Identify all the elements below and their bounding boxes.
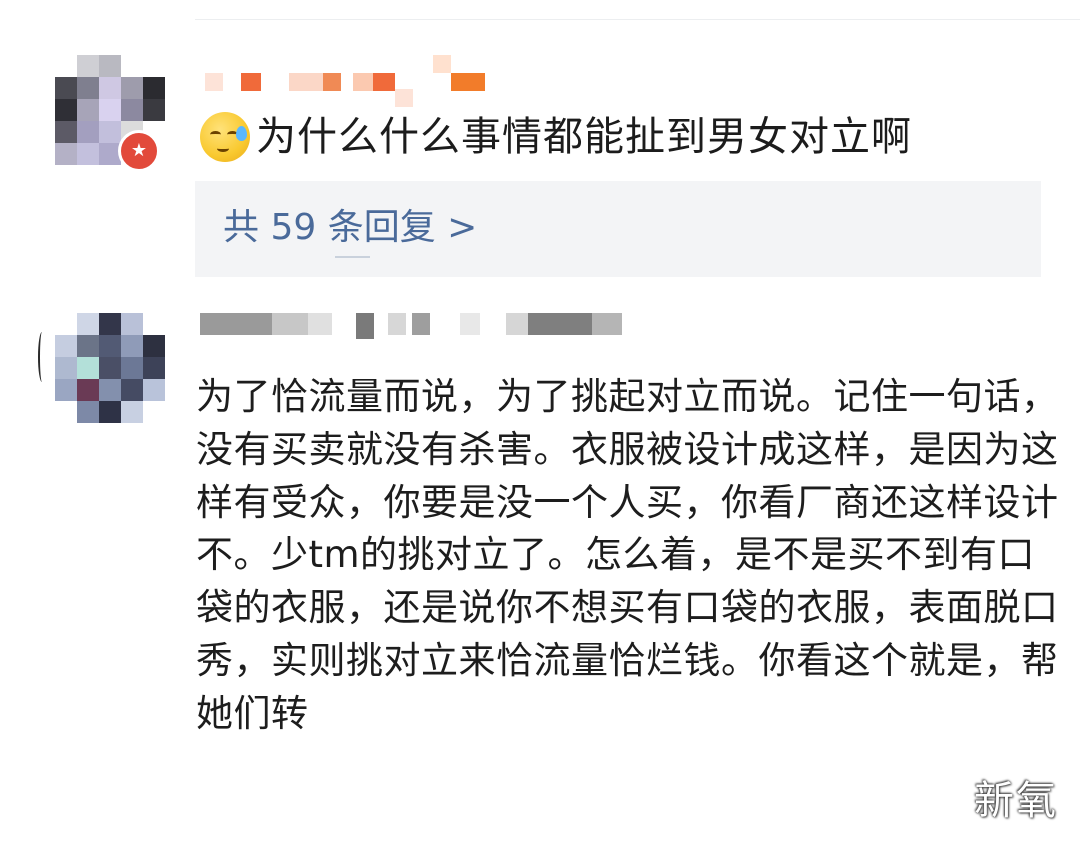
username-blurred[interactable] [205,55,485,115]
username-blurred[interactable] [200,313,622,353]
avatar[interactable] [55,313,165,423]
comment-text: 为什么什么事情都能扯到男女对立啊 [256,114,912,160]
watermark: 新氧 [974,778,1058,824]
divider [335,256,370,258]
sleepy-sweat-emoji-icon [200,112,250,162]
view-replies-link[interactable]: 共 59 条回复 > [223,205,477,251]
divider [195,19,1080,20]
comment-text: 为了恰流量而说，为了挑起对立而说。记住一句话，没有买卖就没有杀害。衣服被设计成这… [196,375,1059,735]
replies-box[interactable]: 共 59 条回复 > [195,181,1041,277]
comment-thread: ★ 为什么什么事情都能扯到男女对立啊 共 59 条回复 > 为了恰流量而说，为了… [0,0,1080,855]
avatar-ring [38,332,46,382]
comment-body: 为什么什么事情都能扯到男女对立啊 [200,112,912,162]
star-badge-icon: ★ [118,130,160,172]
